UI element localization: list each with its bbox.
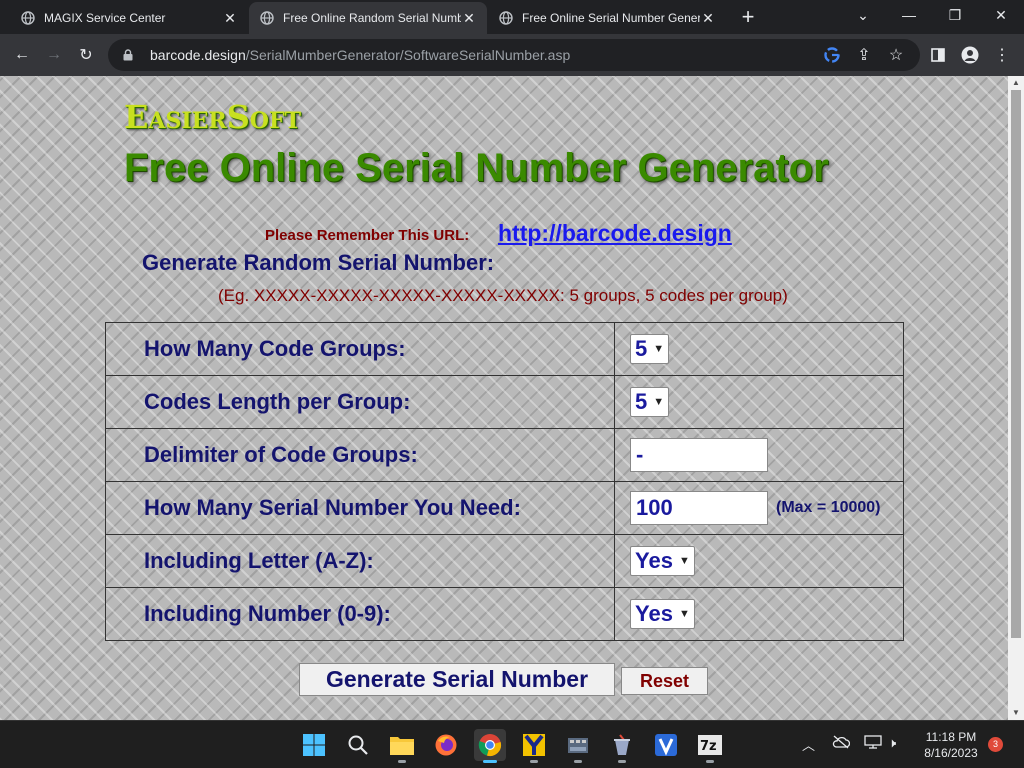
count-input[interactable]: 100 <box>630 491 768 525</box>
network-icon[interactable] <box>864 735 882 752</box>
new-tab-button[interactable]: + <box>736 6 760 30</box>
length-select[interactable]: 5 ▼ <box>630 387 670 417</box>
reset-button[interactable]: Reset <box>621 667 708 695</box>
profile-icon[interactable] <box>956 41 984 69</box>
scrollbar-thumb[interactable] <box>1011 90 1021 638</box>
app-cup-icon[interactable] <box>606 729 638 763</box>
firefox-icon[interactable] <box>430 729 462 761</box>
tab-search-icon[interactable]: ⌄ <box>840 0 886 30</box>
scroll-up-icon[interactable]: ▲ <box>1008 76 1024 90</box>
form-row-numbers: Including Number (0-9): Yes ▼ <box>105 587 904 641</box>
count-label: How Many Serial Number You Need: <box>105 481 615 535</box>
form-row-delimiter: Delimiter of Code Groups: - <box>105 428 904 482</box>
address-bar[interactable]: barcode.design/SerialMumberGenerator/Sof… <box>108 39 920 71</box>
lock-icon[interactable] <box>120 47 136 63</box>
bookmark-star-icon[interactable]: ☆ <box>884 43 908 67</box>
tab-serial-generator[interactable]: Free Online Serial Number Gener ✕ <box>488 2 726 34</box>
letters-select[interactable]: Yes ▼ <box>630 546 695 576</box>
generate-button[interactable]: Generate Serial Number <box>299 663 615 696</box>
page-content: EasierSoft Free Online Serial Number Gen… <box>0 76 1008 720</box>
groups-label: How Many Code Groups: <box>105 322 615 376</box>
restore-button[interactable]: ❐ <box>932 0 978 30</box>
close-window-button[interactable]: ✕ <box>978 0 1024 30</box>
numbers-label: Including Number (0-9): <box>105 587 615 641</box>
windows-start-icon[interactable] <box>298 729 330 761</box>
clock-date: 8/16/2023 <box>924 746 978 760</box>
clock-time: 11:18 PM <box>925 730 977 744</box>
form-row-length: Codes Length per Group: 5 ▼ <box>105 375 904 429</box>
tab-title: MAGIX Service Center <box>44 11 166 25</box>
system-clock[interactable]: 11:18 PM 8/16/2023 <box>912 729 990 761</box>
volume-icon[interactable]: 🕨 <box>888 735 896 751</box>
close-icon[interactable]: ✕ <box>222 10 238 26</box>
globe-icon <box>20 10 36 26</box>
groups-select[interactable]: 5 ▼ <box>630 334 670 364</box>
numbers-select[interactable]: Yes ▼ <box>630 599 695 629</box>
back-icon[interactable]: ← <box>8 41 36 69</box>
forward-icon[interactable]: → <box>40 41 68 69</box>
scroll-down-icon[interactable]: ▼ <box>1008 706 1024 720</box>
search-icon[interactable] <box>342 729 374 761</box>
app-y-icon[interactable] <box>518 729 550 763</box>
google-icon[interactable] <box>820 43 844 67</box>
section-heading: Generate Random Serial Number: <box>142 250 495 275</box>
minimize-button[interactable]: — <box>886 0 932 30</box>
form-row-letters: Including Letter (A-Z): Yes ▼ <box>105 534 904 588</box>
example-text: (Eg. XXXXX-XXXXX-XXXXX-XXXXX-XXXXX: 5 gr… <box>218 286 788 305</box>
page-title: Free Online Serial Number Generator <box>124 146 829 190</box>
delimiter-label: Delimiter of Code Groups: <box>105 428 615 482</box>
onedrive-offline-icon[interactable] <box>832 735 851 752</box>
length-label: Codes Length per Group: <box>105 375 615 429</box>
globe-icon <box>259 10 275 26</box>
side-panel-icon[interactable] <box>924 41 952 69</box>
app-v-icon[interactable] <box>650 729 682 761</box>
reload-icon[interactable]: ↻ <box>72 41 100 69</box>
close-icon[interactable]: ✕ <box>700 10 716 26</box>
chevron-down-icon: ▼ <box>653 343 665 355</box>
brand-logo-text: EasierSoft <box>124 98 301 136</box>
share-icon[interactable]: ⇪ <box>852 43 876 67</box>
generator-form: How Many Code Groups: 5 ▼ Codes Length pe… <box>105 322 904 641</box>
notification-badge[interactable]: 3 <box>988 737 1003 752</box>
chrome-icon[interactable] <box>474 729 506 763</box>
form-row-count: How Many Serial Number You Need: 100 (Max… <box>105 481 904 535</box>
taskbar: 7z ︿ 🕨 11:18 PM 8/16/2023 3 <box>0 720 1024 768</box>
tab-title: Free Online Serial Number Gener <box>522 11 700 25</box>
form-row-groups: How Many Code Groups: 5 ▼ <box>105 322 904 376</box>
7zip-icon[interactable]: 7z <box>694 729 726 763</box>
close-icon[interactable]: ✕ <box>461 10 477 26</box>
chevron-down-icon: ▼ <box>653 396 665 408</box>
svg-text:7z: 7z <box>700 739 717 754</box>
max-note: (Max = 10000) <box>776 499 881 516</box>
chevron-down-icon: ▼ <box>678 608 690 620</box>
chevron-down-icon: ▼ <box>678 555 690 567</box>
show-hidden-icons[interactable]: ︿ <box>802 735 815 754</box>
tab-serial-random[interactable]: Free Online Random Serial Numb ✕ <box>249 2 487 34</box>
tab-magix[interactable]: MAGIX Service Center ✕ <box>10 2 248 34</box>
globe-icon <box>498 10 514 26</box>
site-link[interactable]: http://barcode.design <box>498 220 732 247</box>
page-scrollbar[interactable]: ▲ ▼ <box>1008 76 1024 720</box>
tab-title: Free Online Random Serial Numb <box>283 11 461 25</box>
video-editor-icon[interactable] <box>562 729 594 763</box>
delimiter-input[interactable]: - <box>630 438 768 472</box>
browser-toolbar: ← → ↻ barcode.design/SerialMumberGenerat… <box>0 34 1024 76</box>
letters-label: Including Letter (A-Z): <box>105 534 615 588</box>
tab-strip: MAGIX Service Center ✕ Free Online Rando… <box>0 0 1024 34</box>
menu-kebab-icon[interactable]: ⋮ <box>988 41 1016 69</box>
url-text: barcode.design/SerialMumberGenerator/Sof… <box>150 47 571 63</box>
file-explorer-icon[interactable] <box>386 729 418 763</box>
remember-url-label: Please Remember This URL: <box>265 227 470 244</box>
